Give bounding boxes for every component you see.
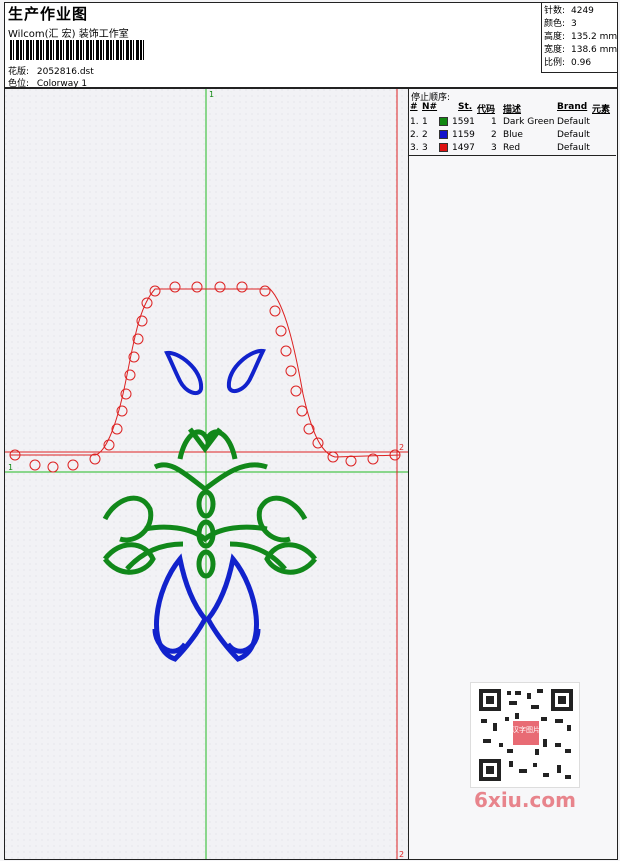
col-element: 元素 xyxy=(592,105,611,115)
page-title: 生产作业图 xyxy=(8,5,89,23)
header-panel: 生产作业图 Wilcom(汇 宏) 装饰工作室 花版: 2052816.dst … xyxy=(4,2,618,89)
stat-height: 高度: 135.2 mm xyxy=(544,32,618,42)
svg-text:汉字图片: 汉字图片 xyxy=(512,725,540,734)
barcode xyxy=(10,40,146,60)
table-row: 3. 3 1497 3 Red Default xyxy=(410,143,590,153)
embroidery-preview: 1 1 2 2 xyxy=(5,89,408,859)
qr-code: 汉字图片 xyxy=(470,682,580,788)
stat-stitches: 针数: 4249 xyxy=(544,6,594,16)
red-right-marker: 2 xyxy=(399,443,404,452)
stat-scale: 比例: 0.96 xyxy=(544,58,592,68)
color-swatch xyxy=(439,143,448,152)
divider xyxy=(409,155,616,156)
stat-colors: 颜色: 3 xyxy=(544,19,577,29)
table-row: 2. 2 1159 2 Blue Default xyxy=(410,130,590,140)
col-brand: Brand xyxy=(557,102,588,112)
color-swatch xyxy=(439,130,448,139)
studio-name: Wilcom(汇 宏) 装饰工作室 xyxy=(8,29,129,40)
col-n: N# xyxy=(422,102,438,112)
red-bottom-marker: 2 xyxy=(399,850,404,859)
col-stitches: St. xyxy=(458,102,473,112)
col-code: 代码 xyxy=(477,105,496,115)
color-swatch xyxy=(439,117,448,126)
design-canvas: 1 1 2 2 xyxy=(4,88,409,860)
watermark: 6xiu.com xyxy=(474,788,576,812)
stats-box: 针数: 4249 颜色: 3 高度: 135.2 mm 宽度: 138.6 mm 比例:… xyxy=(541,3,617,73)
production-worksheet: 生产作业图 Wilcom(汇 宏) 装饰工作室 花版: 2052816.dst … xyxy=(0,0,620,861)
col-num: # xyxy=(410,102,418,112)
green-top-marker: 1 xyxy=(209,90,214,99)
col-description: 描述 xyxy=(503,105,522,115)
stat-width: 宽度: 138.6 mm xyxy=(544,45,618,55)
table-row: 1. 1 1591 1 Dark Green Default xyxy=(410,117,590,127)
green-left-marker: 1 xyxy=(8,463,13,472)
